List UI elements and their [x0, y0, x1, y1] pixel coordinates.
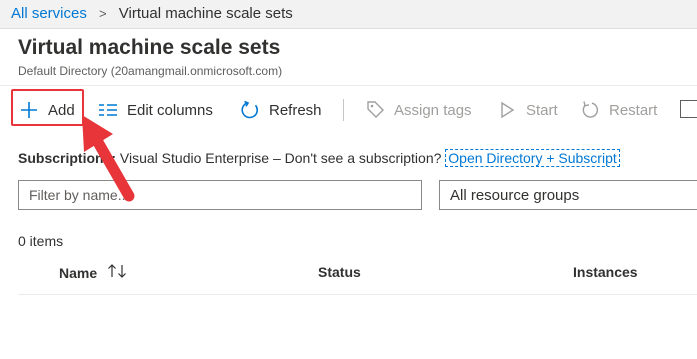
table-header-divider [18, 294, 697, 295]
page-title: Virtual machine scale sets [18, 36, 281, 59]
filter-by-name-input[interactable] [18, 180, 422, 210]
start-label: Start [526, 101, 558, 119]
edit-columns-label: Edit columns [127, 101, 213, 119]
columns-icon [97, 99, 119, 121]
breadcrumb-current: Virtual machine scale sets [118, 5, 293, 22]
refresh-icon [239, 99, 261, 121]
chevron-right-icon: > [99, 6, 107, 21]
refresh-label: Refresh [269, 101, 322, 119]
toolbar-separator [343, 99, 344, 121]
column-name-label: Name [59, 265, 98, 281]
page-subtitle: Default Directory (20amangmail.onmicroso… [18, 64, 283, 78]
add-button-highlight [11, 89, 84, 126]
restart-label: Restart [609, 101, 658, 119]
column-header-status[interactable]: Status [318, 264, 361, 280]
breadcrumb-all-services[interactable]: All services [11, 5, 87, 22]
restart-button[interactable]: Restart [579, 99, 657, 121]
refresh-button[interactable]: Refresh [239, 99, 322, 121]
column-header-name[interactable]: Name [59, 264, 127, 281]
stop-button[interactable] [680, 100, 697, 118]
subscriptions-row: Subscriptions: Visual Studio Enterprise … [18, 149, 620, 167]
subscriptions-label: Subscriptions: [18, 150, 117, 166]
edit-columns-button[interactable]: Edit columns [97, 99, 213, 121]
resource-groups-dropdown[interactable]: All resource groups [439, 180, 697, 210]
toolbar-divider [0, 85, 697, 86]
assign-tags-label: Assign tags [394, 101, 472, 119]
start-button[interactable]: Start [496, 99, 558, 121]
column-header-instances[interactable]: Instances [573, 264, 638, 280]
items-count: 0 items [18, 233, 64, 249]
assign-tags-button[interactable]: Assign tags [364, 99, 472, 121]
subscriptions-value: Visual Studio Enterprise – Don't see a s… [119, 150, 442, 166]
play-icon [496, 99, 518, 121]
top-bar: All services > Virtual machine scale set… [0, 0, 697, 29]
sort-icon[interactable] [107, 264, 127, 281]
restart-icon [579, 99, 601, 121]
breadcrumb: All services > Virtual machine scale set… [11, 5, 293, 22]
open-directory-link[interactable]: Open Directory + Subscript [445, 149, 620, 167]
tag-icon [364, 99, 386, 121]
